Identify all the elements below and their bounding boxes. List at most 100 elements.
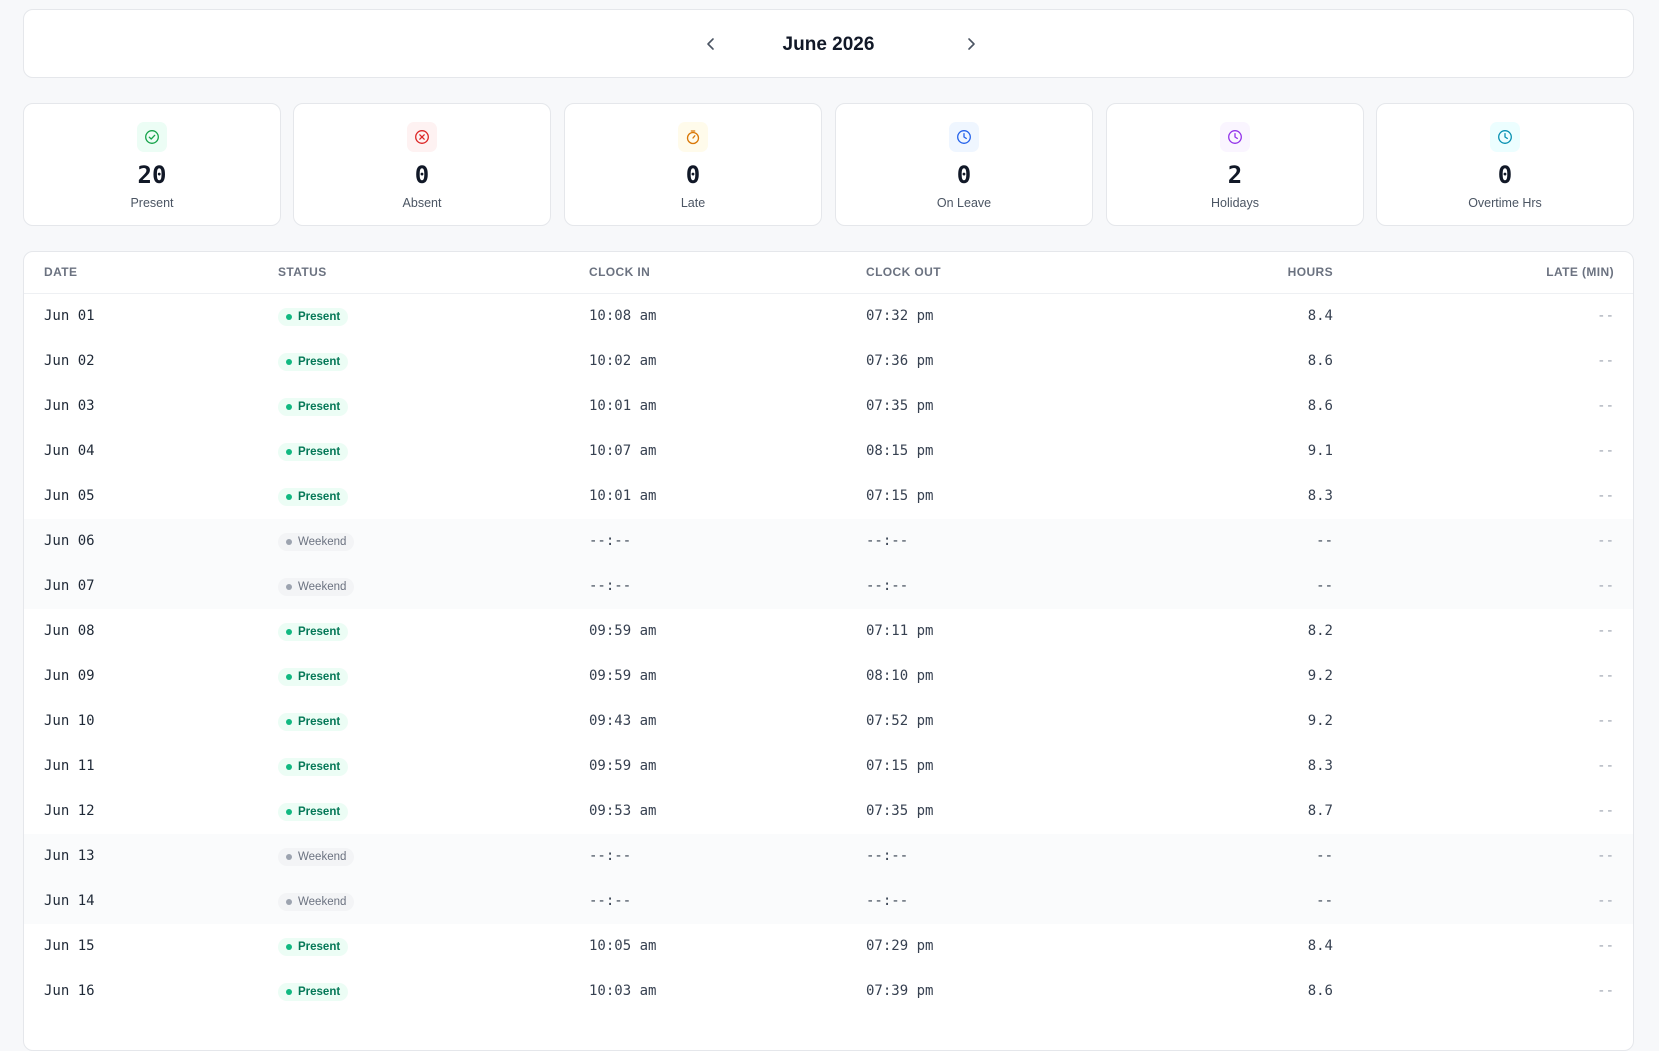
table-row[interactable]: Jun 04 Present 10:07 am 08:15 pm 9.1 -- bbox=[24, 429, 1633, 474]
cell-clock-in: 10:08 am bbox=[589, 308, 657, 324]
cell-clock-in: 10:02 am bbox=[589, 353, 657, 369]
chevron-left-icon bbox=[707, 38, 714, 50]
cell-hours: 8.3 bbox=[1307, 488, 1333, 504]
status-badge-label: Present bbox=[298, 356, 341, 368]
table-row[interactable]: Jun 08 Present 09:59 am 07:11 pm 8.2 -- bbox=[24, 609, 1633, 654]
status-dot-icon bbox=[286, 719, 292, 725]
status-badge: Weekend bbox=[278, 848, 355, 866]
cell-date: Jun 16 bbox=[44, 983, 95, 999]
status-badge-label: Present bbox=[298, 941, 341, 953]
cell-clock-out: 07:15 pm bbox=[866, 758, 934, 774]
stopwatch-icon bbox=[686, 130, 700, 145]
cell-date: Jun 09 bbox=[44, 668, 95, 684]
table-row[interactable]: Jun 09 Present 09:59 am 08:10 pm 9.2 -- bbox=[24, 654, 1633, 699]
cell-clock-in: 09:59 am bbox=[589, 668, 657, 684]
table-row[interactable]: Jun 03 Present 10:01 am 07:35 pm 8.6 -- bbox=[24, 384, 1633, 429]
table-row[interactable]: Jun 07 Weekend --:-- --:-- -- -- bbox=[24, 564, 1633, 609]
cell-clock-in: --:-- bbox=[589, 533, 632, 549]
cell-date: Jun 02 bbox=[44, 353, 95, 369]
table-row[interactable]: Jun 06 Weekend --:-- --:-- -- -- bbox=[24, 519, 1633, 564]
status-dot-icon bbox=[286, 359, 292, 365]
column-header-late[interactable]: LATE (MIN) bbox=[1546, 252, 1614, 293]
cell-status: Present bbox=[278, 938, 349, 956]
status-dot-icon bbox=[286, 314, 292, 320]
table-row[interactable]: Jun 05 Present 10:01 am 07:15 pm 8.3 -- bbox=[24, 474, 1633, 519]
table-row[interactable]: Jun 11 Present 09:59 am 07:15 pm 8.3 -- bbox=[24, 744, 1633, 789]
cell-clock-in: 10:05 am bbox=[589, 938, 657, 954]
cell-clock-out: --:-- bbox=[866, 893, 909, 909]
cell-clock-in: --:-- bbox=[589, 893, 632, 909]
status-badge-label: Weekend bbox=[298, 581, 347, 593]
table-row[interactable]: Jun 15 Present 10:05 am 07:29 pm 8.4 -- bbox=[24, 924, 1633, 969]
cell-status: Present bbox=[278, 803, 349, 821]
cell-late-minutes: -- bbox=[1597, 353, 1614, 369]
cell-late-minutes: -- bbox=[1597, 398, 1614, 414]
cell-clock-out: 07:32 pm bbox=[866, 308, 934, 324]
status-badge-label: Present bbox=[298, 491, 341, 503]
next-month-button[interactable] bbox=[959, 32, 983, 56]
cell-hours: 8.3 bbox=[1307, 758, 1333, 774]
table-row[interactable]: Jun 02 Present 10:02 am 07:36 pm 8.6 -- bbox=[24, 339, 1633, 384]
cell-clock-in: 09:59 am bbox=[589, 623, 657, 639]
status-dot-icon bbox=[286, 854, 292, 860]
status-dot-icon bbox=[286, 629, 292, 635]
cell-hours: 8.7 bbox=[1307, 803, 1333, 819]
clock-icon bbox=[1498, 130, 1512, 144]
cell-hours: 8.4 bbox=[1307, 308, 1333, 324]
cell-clock-out: 07:39 pm bbox=[866, 983, 934, 999]
status-badge: Weekend bbox=[278, 893, 355, 911]
status-dot-icon bbox=[286, 584, 292, 590]
column-header-clock-in[interactable]: CLOCK IN bbox=[589, 252, 650, 293]
cell-late-minutes: -- bbox=[1597, 983, 1614, 999]
cell-hours: 9.2 bbox=[1307, 713, 1333, 729]
cell-status: Present bbox=[278, 488, 349, 506]
column-header-clock-out[interactable]: CLOCK OUT bbox=[866, 252, 941, 293]
cell-status: Weekend bbox=[278, 893, 355, 911]
table-row[interactable]: Jun 10 Present 09:43 am 07:52 pm 9.2 -- bbox=[24, 699, 1633, 744]
cell-late-minutes: -- bbox=[1597, 713, 1614, 729]
cell-hours: 8.6 bbox=[1307, 398, 1333, 414]
cell-status: Present bbox=[278, 668, 349, 686]
column-header-date[interactable]: DATE bbox=[44, 252, 77, 293]
cell-date: Jun 08 bbox=[44, 623, 95, 639]
cell-status: Present bbox=[278, 353, 349, 371]
column-header-status[interactable]: STATUS bbox=[278, 252, 327, 293]
cell-date: Jun 05 bbox=[44, 488, 95, 504]
stat-icon-wrap bbox=[678, 122, 708, 152]
stat-value: 2 bbox=[1227, 161, 1243, 189]
cell-hours: -- bbox=[1316, 893, 1333, 909]
cell-status: Present bbox=[278, 758, 349, 776]
status-badge-label: Present bbox=[298, 311, 341, 323]
stat-icon-wrap bbox=[407, 122, 437, 152]
stat-card-late: 0 Late bbox=[564, 103, 822, 226]
check-circle-icon bbox=[145, 130, 159, 144]
stat-value: 0 bbox=[956, 161, 972, 189]
table-row[interactable]: Jun 12 Present 09:53 am 07:35 pm 8.7 -- bbox=[24, 789, 1633, 834]
status-badge: Present bbox=[278, 803, 349, 821]
cell-clock-in: 10:01 am bbox=[589, 398, 657, 414]
cell-date: Jun 10 bbox=[44, 713, 95, 729]
cell-date: Jun 04 bbox=[44, 443, 95, 459]
status-badge: Present bbox=[278, 983, 349, 1001]
stat-value: 20 bbox=[137, 161, 167, 189]
cell-hours: 9.1 bbox=[1307, 443, 1333, 459]
column-header-hours[interactable]: HOURS bbox=[1288, 252, 1333, 293]
cell-status: Present bbox=[278, 308, 349, 326]
cell-clock-out: 07:36 pm bbox=[866, 353, 934, 369]
clock-icon bbox=[957, 130, 971, 144]
cell-clock-out: --:-- bbox=[866, 578, 909, 594]
stat-value: 0 bbox=[685, 161, 701, 189]
status-badge-label: Weekend bbox=[298, 851, 347, 863]
table-row[interactable]: Jun 13 Weekend --:-- --:-- -- -- bbox=[24, 834, 1633, 879]
cell-late-minutes: -- bbox=[1597, 668, 1614, 684]
cell-clock-in: 09:43 am bbox=[589, 713, 657, 729]
previous-month-button[interactable] bbox=[699, 32, 723, 56]
status-badge-label: Weekend bbox=[298, 536, 347, 548]
table-row[interactable]: Jun 14 Weekend --:-- --:-- -- -- bbox=[24, 879, 1633, 924]
table-row[interactable]: Jun 16 Present 10:03 am 07:39 pm 8.6 -- bbox=[24, 969, 1633, 1014]
status-badge-label: Present bbox=[298, 761, 341, 773]
cell-date: Jun 14 bbox=[44, 893, 95, 909]
table-row[interactable]: Jun 01 Present 10:08 am 07:32 pm 8.4 -- bbox=[24, 294, 1633, 339]
stat-label: Holidays bbox=[1211, 196, 1259, 210]
cell-hours: 8.2 bbox=[1307, 623, 1333, 639]
